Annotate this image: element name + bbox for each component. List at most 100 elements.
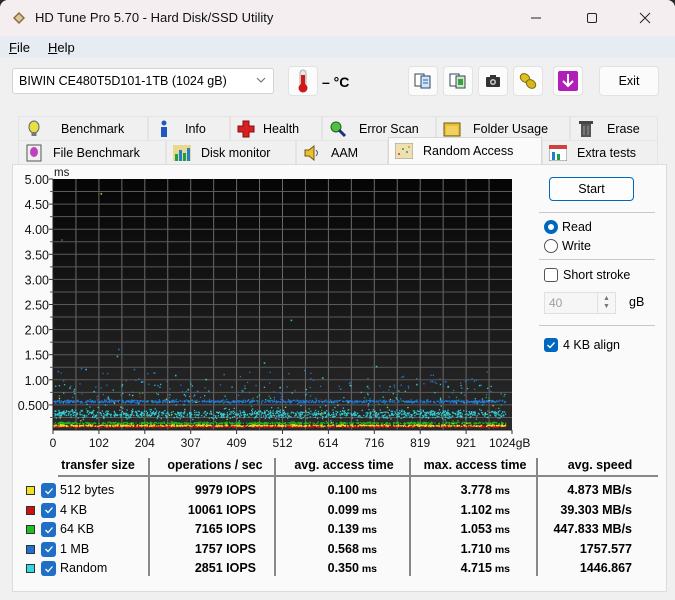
data-point — [214, 416, 217, 418]
data-point — [441, 417, 444, 420]
data-point — [103, 422, 105, 425]
data-point — [426, 402, 428, 404]
data-point — [166, 401, 169, 404]
data-point — [343, 400, 345, 403]
data-point — [450, 401, 452, 403]
data-point — [464, 413, 466, 416]
data-point — [400, 384, 402, 386]
avg-access-value: 0.100 ms — [327, 483, 377, 497]
data-point — [88, 412, 91, 414]
data-point — [195, 424, 197, 426]
data-point — [194, 416, 197, 418]
series-checkbox[interactable] — [41, 561, 56, 576]
data-point — [314, 424, 316, 426]
outlier-point — [431, 380, 434, 383]
data-point — [439, 398, 442, 401]
data-point — [400, 400, 403, 402]
data-point — [359, 416, 361, 418]
short-stroke-size-input[interactable]: 40 ▲ ▼ — [544, 292, 616, 314]
exit-button[interactable]: Exit — [599, 66, 659, 96]
data-point — [243, 401, 245, 403]
data-point — [161, 414, 163, 416]
short-stroke-checkbox[interactable]: Short stroke — [544, 268, 630, 282]
start-button[interactable]: Start — [549, 177, 634, 201]
close-button[interactable] — [622, 0, 668, 36]
read-radio[interactable]: Read — [544, 220, 592, 234]
data-point — [463, 424, 465, 426]
data-point — [342, 400, 344, 403]
spin-up-icon[interactable]: ▲ — [603, 295, 610, 303]
checkmark-icon — [44, 526, 53, 533]
data-point — [475, 379, 477, 382]
data-point — [424, 422, 427, 424]
data-point — [166, 380, 168, 382]
outlier-point — [375, 365, 378, 368]
write-radio[interactable]: Write — [544, 239, 591, 253]
data-point — [183, 393, 185, 396]
data-point — [135, 402, 138, 404]
spin-down-icon[interactable]: ▼ — [603, 303, 610, 311]
data-point — [378, 403, 380, 405]
data-point — [235, 415, 237, 417]
data-point — [127, 414, 129, 416]
data-point — [396, 398, 398, 400]
data-point — [132, 422, 135, 424]
data-point — [481, 412, 484, 414]
data-point — [122, 392, 124, 395]
maximize-button[interactable] — [569, 0, 615, 36]
data-point — [297, 416, 299, 418]
spinner-arrows[interactable]: ▲ ▼ — [597, 293, 615, 313]
data-point — [283, 410, 285, 412]
data-point — [141, 413, 143, 415]
series-checkbox[interactable] — [41, 483, 56, 498]
align-4kb-checkbox[interactable]: 4 KB align — [544, 338, 620, 352]
data-point — [304, 424, 307, 426]
data-point — [312, 379, 315, 381]
data-point — [396, 416, 398, 418]
data-point — [113, 414, 115, 416]
data-point — [220, 422, 222, 424]
data-point — [424, 425, 426, 427]
data-point — [104, 422, 107, 424]
data-point — [401, 376, 403, 378]
data-point — [438, 422, 440, 424]
data-point — [168, 413, 170, 415]
data-point — [114, 424, 116, 427]
tab-erase[interactable]: Erase — [570, 116, 658, 140]
data-point — [86, 425, 88, 427]
series-checkbox[interactable] — [41, 522, 56, 537]
data-point — [427, 417, 429, 419]
data-point — [179, 418, 181, 420]
data-point — [80, 410, 82, 412]
data-point — [478, 413, 480, 415]
data-point — [243, 414, 245, 416]
data-point — [221, 423, 223, 425]
data-point — [486, 425, 488, 427]
data-point — [336, 425, 339, 427]
data-point — [452, 420, 454, 422]
data-point — [193, 426, 196, 428]
data-point — [286, 414, 288, 416]
save-button[interactable] — [553, 66, 583, 96]
data-point — [354, 426, 356, 428]
series-checkbox[interactable] — [41, 541, 56, 557]
data-point — [190, 396, 192, 398]
data-point — [189, 411, 191, 413]
data-point — [81, 402, 84, 404]
data-point — [137, 401, 139, 403]
tab-random-access[interactable]: Random Access — [388, 137, 542, 164]
data-point — [386, 401, 388, 403]
data-point — [124, 422, 126, 424]
series-checkbox[interactable] — [41, 502, 56, 518]
data-point — [214, 425, 217, 427]
max-access-value: 3.778 ms — [460, 483, 510, 497]
x-tick-label: 1024gB — [489, 436, 530, 450]
data-point — [65, 411, 68, 413]
data-point — [171, 401, 173, 403]
data-point — [334, 401, 336, 403]
tab-extra-tests[interactable]: Extra tests — [542, 140, 658, 164]
data-point — [102, 424, 104, 426]
data-point — [412, 417, 414, 419]
data-point — [208, 400, 210, 403]
data-point — [258, 410, 260, 412]
